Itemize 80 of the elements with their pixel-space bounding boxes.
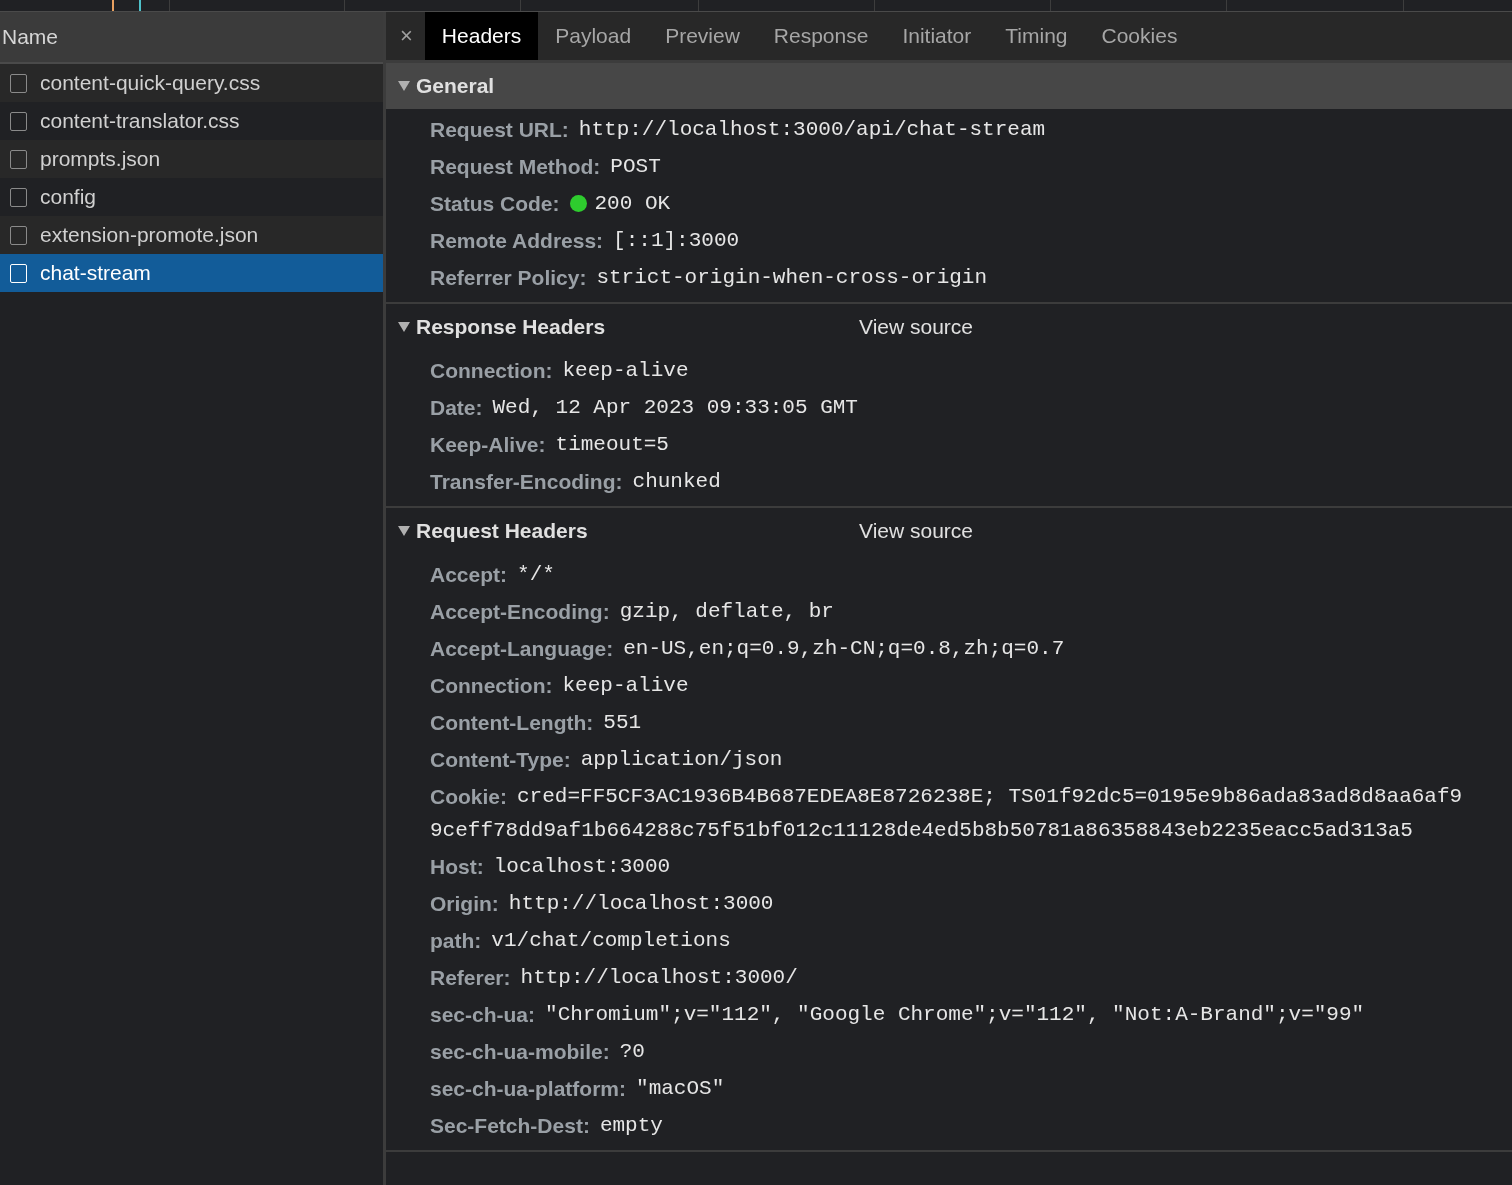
expand-triangle-icon[interactable] (398, 526, 410, 536)
header-name: Sec-Fetch-Dest: (430, 1113, 590, 1138)
header-value: http://localhost:3000/ (520, 966, 798, 989)
expand-triangle-icon[interactable] (398, 81, 410, 91)
request-name: chat-stream (40, 261, 151, 285)
header-value: 9ceff78dd9af1b664288c75f51bf012c11128de4ed5b8b50781a86358843eb2235eacc5ad313a5 (430, 818, 1413, 842)
header-name: Connection: (430, 358, 553, 383)
checkbox[interactable] (10, 73, 27, 93)
header-name: Referer: (430, 965, 511, 990)
request-name: config (40, 185, 97, 209)
header-value: http://localhost:3000/api/chat-stream (578, 118, 1046, 141)
request-row[interactable]: prompts.json (0, 140, 383, 178)
header-name: Accept-Language: (430, 636, 614, 661)
tab[interactable]: Payload (538, 12, 649, 60)
header-value: "Chromium";v="112", "Google Chrome";v="112", "Not:A-Brand";v="99" (545, 1003, 1365, 1026)
checkbox[interactable] (10, 225, 27, 245)
header-value: Wed, 12 Apr 2023 09:33:05 GMT (492, 396, 858, 419)
request-name: content-translator.css (40, 109, 240, 133)
header-value: chunked (632, 470, 721, 493)
header-name: Date: (430, 395, 483, 420)
header-value: keep-alive (562, 674, 689, 697)
header-value: timeout=5 (555, 433, 669, 456)
header-name: Content-Type: (430, 747, 571, 772)
header-value: POST (610, 155, 661, 178)
header-name: Connection: (430, 673, 553, 698)
section-title[interactable]: Response Headers (416, 315, 853, 339)
header-name: Request Method: (430, 154, 601, 179)
header-value: localhost:3000 (493, 855, 671, 878)
tab[interactable]: Cookies (1084, 12, 1195, 60)
header-value: application/json (580, 748, 783, 771)
header-value: */* (517, 563, 555, 586)
header-value: ?0 (619, 1040, 645, 1063)
name-column-header[interactable]: Name (0, 12, 383, 64)
header-value: gzip, deflate, br (619, 600, 834, 623)
request-row[interactable]: extension-promote.json (0, 216, 383, 254)
request-name: content-quick-query.css (40, 71, 261, 95)
header-name: Status Code: (430, 191, 560, 216)
header-name: sec-ch-ua-platform: (430, 1076, 627, 1101)
header-name: Accept-Encoding: (430, 599, 610, 624)
checkbox[interactable] (10, 149, 27, 169)
tab[interactable]: Response (756, 12, 886, 60)
checkbox[interactable] (10, 111, 27, 131)
close-button[interactable]: × (386, 12, 425, 60)
header-value: 551 (603, 711, 642, 734)
header-name: Accept: (430, 562, 508, 587)
header-value: v1/chat/completions (491, 929, 731, 952)
header-name: Keep-Alive: (430, 432, 546, 457)
header-name: Content-Length: (430, 710, 594, 735)
request-name: prompts.json (40, 147, 161, 171)
header-name: Cookie: (430, 784, 507, 809)
expand-triangle-icon[interactable] (398, 322, 410, 332)
checkbox[interactable] (10, 187, 27, 207)
header-name: Transfer-Encoding: (430, 469, 623, 494)
header-value: "macOS" (636, 1077, 725, 1100)
section-title[interactable]: Request Headers (416, 519, 853, 543)
header-name: sec-ch-ua: (430, 1002, 536, 1027)
header-value: http://localhost:3000 (508, 892, 774, 915)
header-name: Host: (430, 854, 484, 879)
request-row[interactable]: chat-stream (0, 254, 383, 292)
tab[interactable]: Initiator (885, 12, 989, 60)
request-name: extension-promote.json (40, 223, 259, 247)
tab[interactable]: Headers (424, 12, 539, 60)
header-name: path: (430, 928, 482, 953)
view-source-link[interactable]: View source (859, 315, 973, 339)
header-name: Remote Address: (430, 228, 604, 253)
header-name: Request URL: (430, 117, 569, 142)
tab[interactable]: Preview (648, 12, 757, 60)
header-value: en-US,en;q=0.9,zh-CN;q=0.8,zh;q=0.7 (623, 637, 1065, 660)
header-value: keep-alive (562, 359, 689, 382)
header-name: sec-ch-ua-mobile: (430, 1039, 610, 1064)
header-value: [::1]:3000 (613, 229, 740, 252)
header-name: Origin: (430, 891, 499, 916)
header-value: cred=FF5CF3AC1936B4B687EDEA8E8726238E; TS01f92dc5=0195e9b86ada83ad8d8aa6af9 (517, 785, 1463, 808)
header-value: 200 OK (594, 192, 671, 215)
request-row[interactable]: content-quick-query.css (0, 64, 383, 102)
header-value: strict-origin-when-cross-origin (596, 266, 988, 289)
tab[interactable]: Timing (988, 12, 1085, 60)
header-name: Referrer Policy: (430, 265, 587, 290)
view-source-link[interactable]: View source (859, 519, 973, 543)
header-value: empty (599, 1114, 663, 1137)
